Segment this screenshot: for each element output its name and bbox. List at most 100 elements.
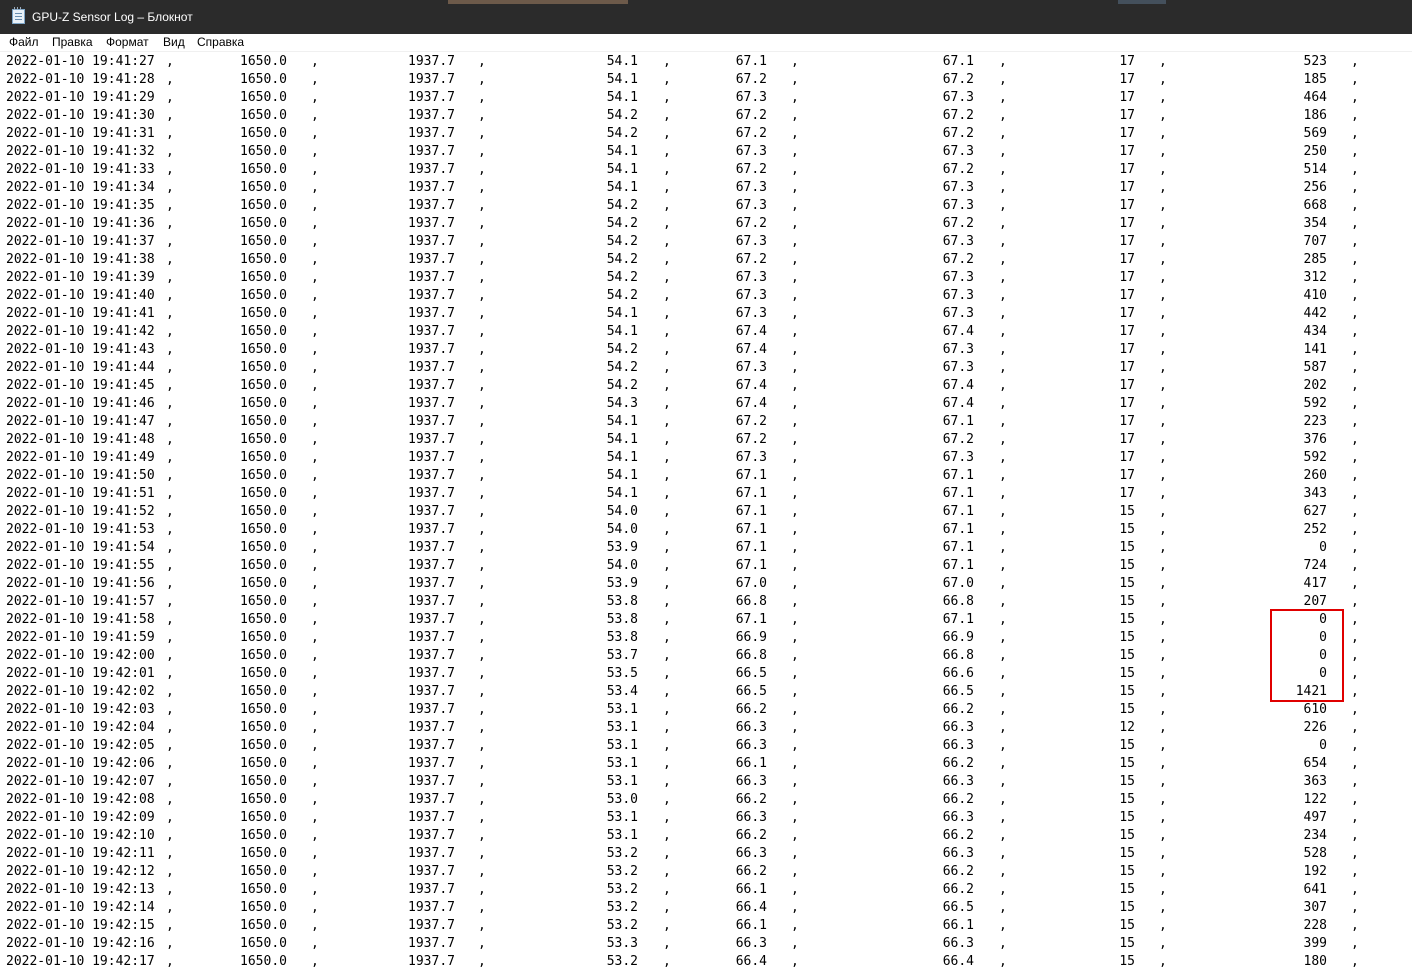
log-line: 2022-01-10 19:42:13 1650.0 1937.7 53.2 66.1 6…: [0, 881, 1412, 899]
log-value-2: 1937.7: [408, 288, 455, 303]
log-separator: ,: [311, 360, 319, 375]
log-timestamp: 2022-01-10 19:42:02: [6, 684, 155, 699]
log-separator: ,: [1351, 270, 1359, 285]
log-line: 2022-01-10 19:41:28 1650.0 1937.7 54.1 67.2 6…: [0, 71, 1412, 89]
log-separator: ,: [999, 828, 1007, 843]
log-value-6: 17: [1119, 126, 1135, 141]
log-value-4: 67.3: [735, 144, 767, 159]
log-line: 2022-01-10 19:41:49 1650.0 1937.7 54.1 67.3 6…: [0, 449, 1412, 467]
log-value-6: 17: [1119, 180, 1135, 195]
log-timestamp: 2022-01-10 19:42:00: [6, 648, 155, 663]
log-value-4: 67.1: [735, 558, 767, 573]
log-value-6: 15: [1119, 918, 1135, 933]
log-value-6: 17: [1119, 72, 1135, 87]
log-separator: ,: [663, 396, 671, 411]
log-value-4: 66.1: [735, 882, 767, 897]
log-separator: ,: [663, 144, 671, 159]
log-value-3: 53.9: [606, 540, 638, 555]
log-value-2: 1937.7: [408, 270, 455, 285]
log-value-4: 66.4: [735, 900, 767, 915]
log-value-3: 53.7: [606, 648, 638, 663]
log-timestamp: 2022-01-10 19:41:52: [6, 504, 155, 519]
log-separator: ,: [166, 576, 174, 591]
log-value-4: 67.2: [735, 162, 767, 177]
log-separator: ,: [311, 630, 319, 645]
log-separator: ,: [311, 648, 319, 663]
log-value-5: 66.5: [942, 900, 974, 915]
log-separator: ,: [999, 576, 1007, 591]
log-value-5: 67.1: [942, 504, 974, 519]
log-value-5: 67.1: [942, 468, 974, 483]
log-separator: ,: [663, 756, 671, 771]
log-separator: ,: [311, 162, 319, 177]
log-separator: ,: [663, 594, 671, 609]
log-value-3: 54.2: [606, 198, 638, 213]
log-line: 2022-01-10 19:41:53 1650.0 1937.7 54.0 67.1 6…: [0, 521, 1412, 539]
log-value-2: 1937.7: [408, 252, 455, 267]
log-separator: ,: [663, 162, 671, 177]
log-separator: ,: [791, 666, 799, 681]
log-value-7: 252: [1303, 522, 1327, 537]
log-separator: ,: [663, 486, 671, 501]
log-value-1: 1650.0: [240, 486, 287, 501]
log-separator: ,: [999, 486, 1007, 501]
log-value-4: 67.3: [735, 234, 767, 249]
log-separator: ,: [1159, 792, 1167, 807]
log-value-7: 185: [1303, 72, 1327, 87]
log-value-7: 668: [1303, 198, 1327, 213]
log-value-1: 1650.0: [240, 72, 287, 87]
log-value-2: 1937.7: [408, 486, 455, 501]
log-separator: ,: [999, 666, 1007, 681]
log-value-4: 66.3: [735, 936, 767, 951]
log-separator: ,: [166, 756, 174, 771]
log-separator: ,: [311, 90, 319, 105]
log-separator: ,: [1351, 954, 1359, 969]
log-separator: ,: [478, 666, 486, 681]
log-value-7: 0: [1319, 648, 1327, 663]
log-separator: ,: [999, 594, 1007, 609]
log-separator: ,: [791, 774, 799, 789]
log-value-6: 15: [1119, 576, 1135, 591]
log-separator: ,: [791, 648, 799, 663]
log-timestamp: 2022-01-10 19:42:09: [6, 810, 155, 825]
log-separator: ,: [1159, 702, 1167, 717]
log-value-7: 202: [1303, 378, 1327, 393]
log-value-6: 15: [1119, 630, 1135, 645]
log-line: 2022-01-10 19:42:07 1650.0 1937.7 53.1 66.3 6…: [0, 773, 1412, 791]
log-separator: ,: [791, 594, 799, 609]
log-separator: ,: [791, 702, 799, 717]
menu-edit[interactable]: Правка: [51, 35, 94, 50]
log-separator: ,: [1351, 666, 1359, 681]
log-separator: ,: [478, 756, 486, 771]
log-value-7: 0: [1319, 630, 1327, 645]
log-timestamp: 2022-01-10 19:41:42: [6, 324, 155, 339]
log-value-6: 15: [1119, 954, 1135, 969]
window-title-bar[interactable]: GPU-Z Sensor Log – Блокнот: [0, 0, 1412, 34]
log-separator: ,: [999, 810, 1007, 825]
menu-help[interactable]: Справка: [196, 35, 245, 50]
log-separator: ,: [663, 702, 671, 717]
log-line: 2022-01-10 19:42:02 1650.0 1937.7 53.4 66.5 6…: [0, 683, 1412, 701]
log-value-1: 1650.0: [240, 828, 287, 843]
log-separator: ,: [1159, 558, 1167, 573]
log-separator: ,: [1351, 612, 1359, 627]
menu-format[interactable]: Формат: [105, 35, 150, 50]
log-separator: ,: [311, 144, 319, 159]
log-separator: ,: [791, 630, 799, 645]
menu-file[interactable]: Файл: [8, 35, 40, 50]
log-value-5: 66.2: [942, 792, 974, 807]
log-timestamp: 2022-01-10 19:41:32: [6, 144, 155, 159]
text-editor-area[interactable]: 2022-01-10 19:41:27 1650.0 1937.7 54.1 67.1 6…: [0, 53, 1412, 975]
log-separator: ,: [663, 828, 671, 843]
log-separator: ,: [478, 720, 486, 735]
log-separator: ,: [663, 252, 671, 267]
log-separator: ,: [791, 288, 799, 303]
log-value-3: 53.2: [606, 954, 638, 969]
log-separator: ,: [663, 198, 671, 213]
log-value-4: 67.3: [735, 306, 767, 321]
log-timestamp: 2022-01-10 19:41:47: [6, 414, 155, 429]
menu-view[interactable]: Вид: [162, 35, 186, 50]
log-separator: ,: [478, 900, 486, 915]
log-separator: ,: [1351, 252, 1359, 267]
log-separator: ,: [663, 846, 671, 861]
